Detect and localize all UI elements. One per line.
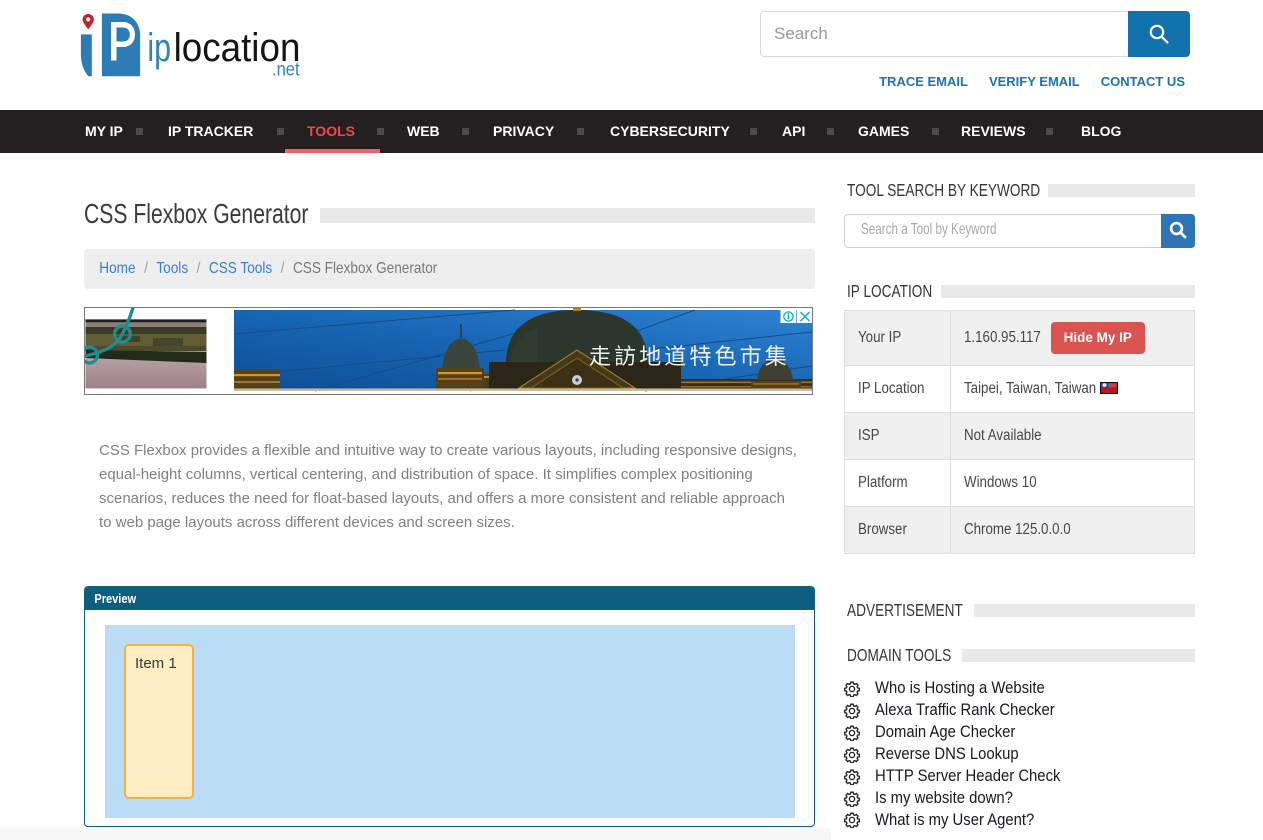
svg-text:走訪地道特色市集: 走訪地道特色市集 [589,344,790,369]
svg-text:ip: ip [147,25,171,70]
